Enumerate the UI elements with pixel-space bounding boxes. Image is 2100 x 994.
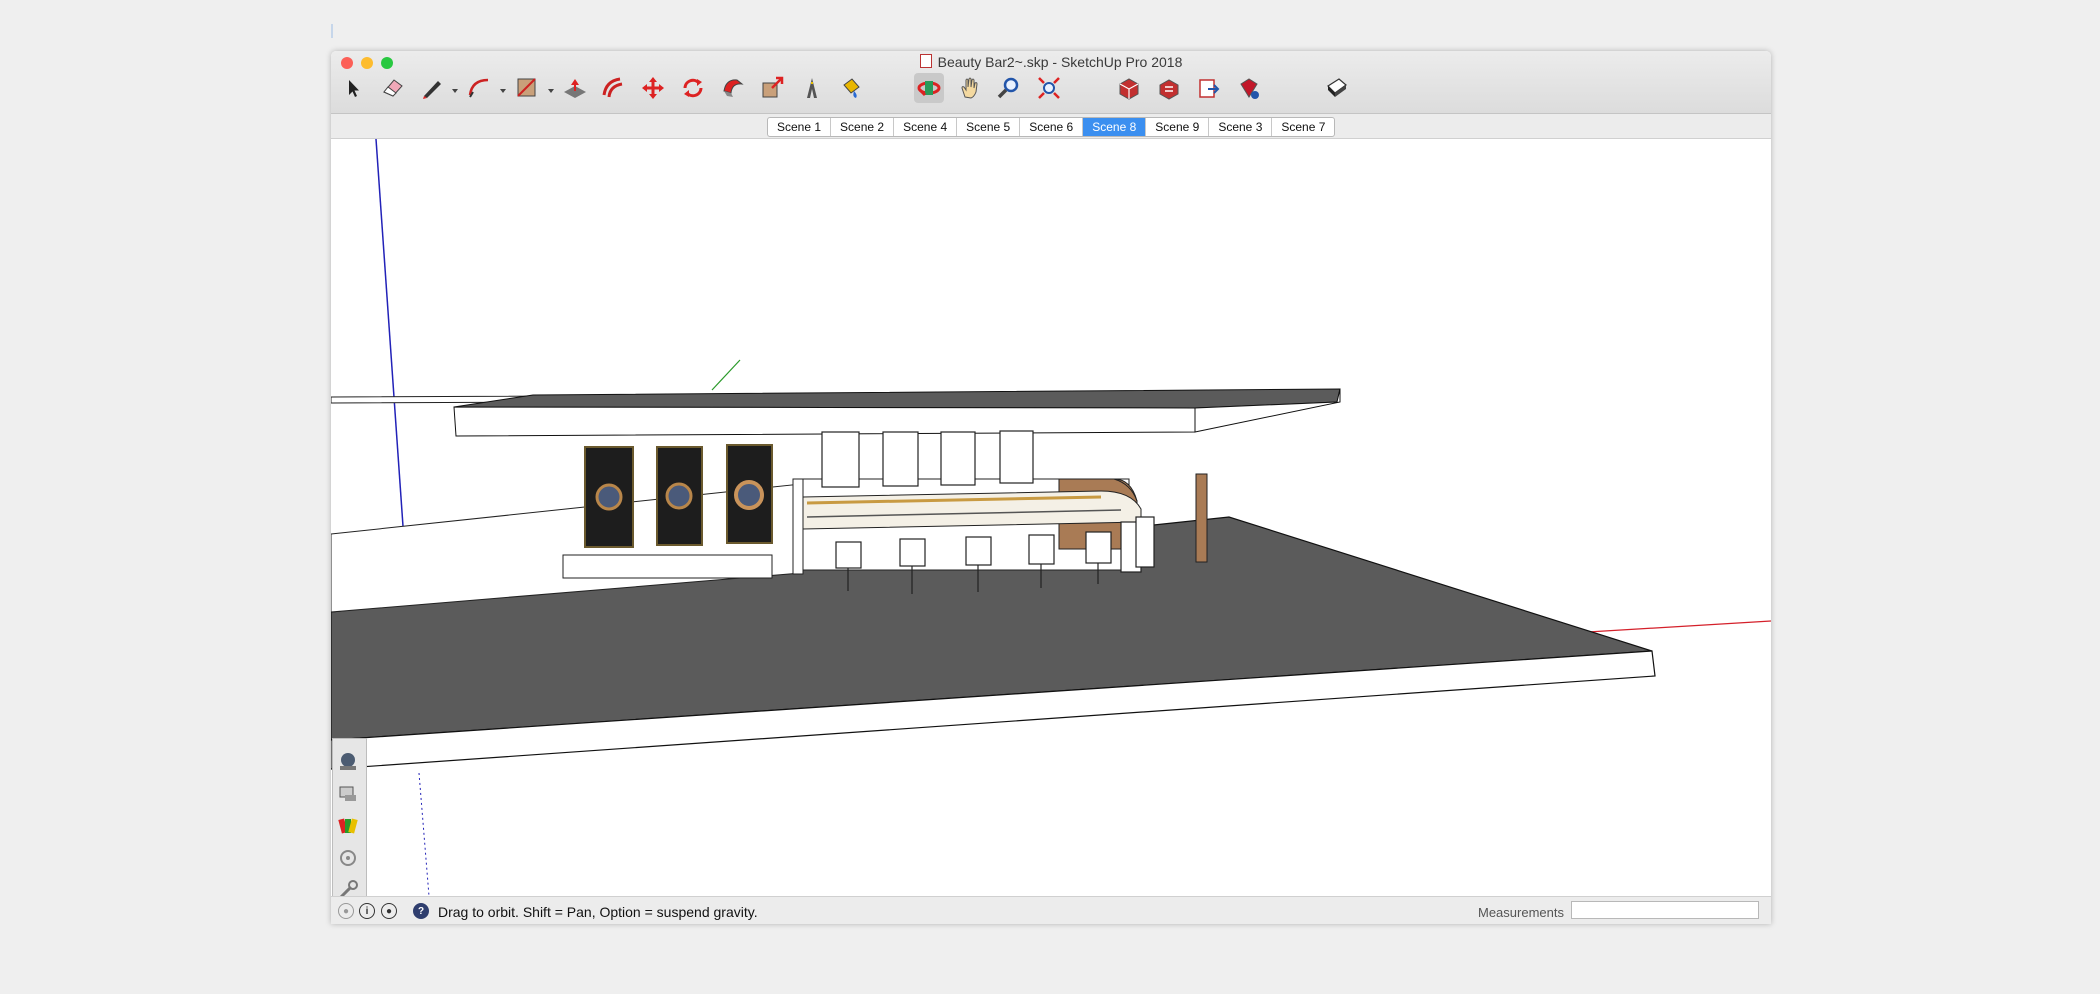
bench — [562, 554, 773, 579]
magnifier-icon — [997, 77, 1019, 99]
send-to-layout-icon — [1199, 79, 1220, 98]
wall-corner-column — [792, 478, 804, 575]
stool-3 — [965, 536, 992, 566]
eraser-tool-button[interactable] — [378, 73, 408, 103]
rotate-tool-button[interactable] — [678, 73, 708, 103]
3d-warehouse-icon — [1119, 78, 1139, 100]
mirror-4 — [999, 430, 1034, 484]
art-panel-3-medallion — [734, 480, 764, 510]
scene-tab-8[interactable]: Scene 8 — [1083, 118, 1147, 136]
mirror-2 — [882, 431, 919, 487]
push-pull-icon — [564, 79, 586, 98]
art-panel-1-medallion — [595, 483, 623, 511]
line-tool-button[interactable] — [417, 73, 447, 103]
desktop-edge-mark — [331, 24, 333, 38]
follow-me-icon — [723, 79, 744, 97]
chair-7 — [1135, 516, 1155, 568]
user-icon[interactable]: ● — [381, 903, 397, 919]
scene-tab-3[interactable]: Scene 3 — [1209, 118, 1273, 136]
arc-icon — [468, 78, 489, 98]
rectangle-tool-button[interactable] — [512, 73, 542, 103]
push-pull-tool-button[interactable] — [560, 73, 590, 103]
stool-2 — [899, 538, 926, 567]
status-bar: ● i ● ? Drag to orbit. Shift = Pan, Opti… — [331, 896, 1771, 924]
move-tool-button[interactable] — [638, 73, 668, 103]
line-dropdown-caret[interactable] — [452, 89, 458, 93]
send-to-layout-tool-button[interactable] — [1194, 73, 1224, 103]
materials-icon[interactable] — [337, 815, 361, 839]
orbit-tool-button[interactable] — [914, 73, 944, 103]
pencil-icon — [423, 81, 441, 99]
credits-icon[interactable]: i — [359, 903, 375, 919]
select-tool-button[interactable] — [338, 73, 368, 103]
share-model-icon — [1159, 79, 1179, 100]
orbit-icon — [917, 81, 941, 97]
hand-icon — [961, 77, 978, 99]
offset-tool-button[interactable] — [598, 73, 628, 103]
zoom-extents-icon — [1038, 77, 1060, 99]
stool-4 — [1028, 534, 1055, 565]
scene-tab-1[interactable]: Scene 1 — [768, 118, 832, 136]
styles-icon[interactable] — [337, 751, 361, 775]
paint-bucket-tool-button[interactable] — [836, 73, 866, 103]
arc-dropdown-caret[interactable] — [500, 89, 506, 93]
scene-tab-5[interactable]: Scene 5 — [957, 118, 1021, 136]
zoom-extents-tool-button[interactable] — [1034, 73, 1064, 103]
document-icon — [919, 54, 932, 68]
measurements-label: Measurements — [1478, 905, 1564, 920]
wood-column — [1195, 473, 1208, 563]
display-icon — [1327, 78, 1347, 97]
sketchup-window: Beauty Bar2~.skp - SketchUp Pro 2018 Sce… — [331, 51, 1771, 924]
scene-tab-2[interactable]: Scene 2 — [831, 118, 895, 136]
shape-dropdown-caret[interactable] — [548, 89, 554, 93]
scenes-icon[interactable] — [337, 847, 361, 871]
zoom-tool-button[interactable] — [994, 73, 1024, 103]
arc-tool-button[interactable] — [464, 73, 494, 103]
pan-tool-button[interactable] — [955, 73, 985, 103]
stool-1 — [835, 541, 862, 569]
stool-5 — [1085, 531, 1112, 564]
art-panel-2-medallion — [665, 482, 693, 510]
scene-tab-6[interactable]: Scene 6 — [1020, 118, 1084, 136]
red-axis — [1587, 620, 1771, 633]
follow-me-tool-button[interactable] — [718, 73, 748, 103]
tape-measure-tool-button[interactable] — [797, 73, 827, 103]
model-drawing — [331, 139, 1771, 896]
geolocation-icon[interactable]: ● — [338, 903, 354, 919]
scene-tab-9[interactable]: Scene 9 — [1146, 118, 1210, 136]
warehouse-tool-button[interactable] — [1114, 73, 1144, 103]
blue-axis-dashed — [418, 772, 430, 896]
help-icon[interactable]: ? — [413, 903, 429, 919]
rotate-icon — [683, 78, 703, 98]
display-toggle-tool-button[interactable] — [1322, 73, 1352, 103]
green-axis — [711, 359, 741, 391]
scale-icon — [762, 76, 784, 98]
scene-tab-7[interactable]: Scene 7 — [1272, 118, 1334, 136]
window-title: Beauty Bar2~.skp - SketchUp Pro 2018 — [331, 54, 1771, 70]
mirror-3 — [940, 431, 976, 486]
status-message: Drag to orbit. Shift = Pan, Option = sus… — [438, 904, 758, 920]
rectangle-icon — [517, 78, 536, 97]
offset-icon — [602, 77, 623, 98]
eraser-icon — [383, 79, 403, 97]
scene-tab-4[interactable]: Scene 4 — [894, 118, 958, 136]
canopy-top — [453, 388, 1341, 409]
model-viewport[interactable] — [331, 139, 1771, 924]
extension-warehouse-tool-button[interactable] — [1234, 73, 1264, 103]
mirror-1 — [821, 431, 860, 488]
scale-tool-button[interactable] — [758, 73, 788, 103]
arrow-cursor-icon — [349, 80, 359, 97]
scene-tabs: Scene 1 Scene 2 Scene 4 Scene 5 Scene 6 … — [767, 117, 1336, 137]
extension-warehouse-icon — [1240, 78, 1259, 99]
title-bar: Beauty Bar2~.skp - SketchUp Pro 2018 — [331, 51, 1771, 114]
component-icon[interactable] — [337, 783, 361, 807]
tape-measure-icon — [807, 78, 817, 98]
paint-bucket-icon — [843, 78, 860, 98]
share-model-tool-button[interactable] — [1154, 73, 1184, 103]
measurements-input[interactable] — [1571, 901, 1759, 919]
scene-tab-bar: Scene 1 Scene 2 Scene 4 Scene 5 Scene 6 … — [331, 114, 1771, 139]
move-icon — [642, 77, 664, 99]
